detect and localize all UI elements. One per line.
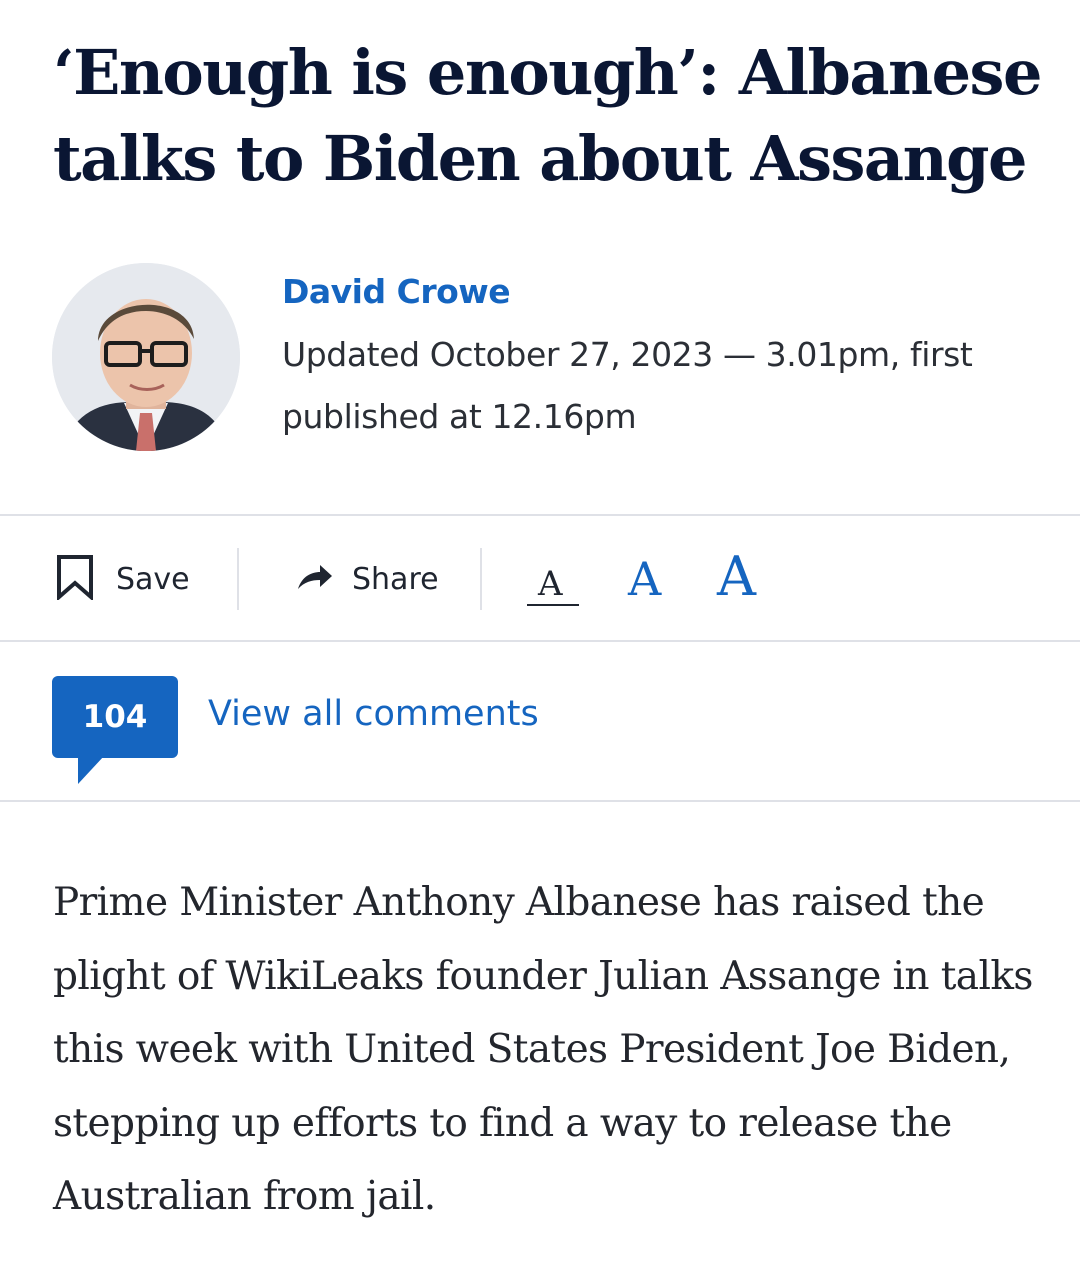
comment-badge-tail [78,756,104,784]
share-arrow-icon [296,562,334,597]
font-size-large-button[interactable]: A [717,550,756,604]
article-dateline: Updated October 27, 2023 — 3.01pm, first… [282,335,973,436]
share-label: Share [352,561,439,597]
save-label: Save [116,561,190,597]
font-size-medium-button[interactable]: A [628,556,661,602]
share-button[interactable]: Share [296,548,439,610]
article-headline: ‘Enough is enough’: Albanese talks to Bi… [53,36,1042,195]
view-all-comments-link[interactable]: View all comments [208,694,539,734]
toolbar-separator [480,548,482,610]
toolbar-separator [237,548,239,610]
divider-top [0,514,1080,516]
bookmark-icon [56,554,94,605]
author-photo [52,263,240,451]
save-button[interactable]: Save [56,548,190,610]
font-size-selected-underline [527,604,579,606]
comment-count-badge[interactable]: 104 [52,676,178,758]
divider-bottom [0,800,1080,802]
article-lead-paragraph: Prime Minister Anthony Albanese has rais… [53,880,1033,1219]
font-size-small-button[interactable]: A [538,567,563,601]
author-avatar[interactable] [52,263,240,451]
divider-middle [0,640,1080,642]
author-name-link[interactable]: David Crowe [282,272,511,311]
